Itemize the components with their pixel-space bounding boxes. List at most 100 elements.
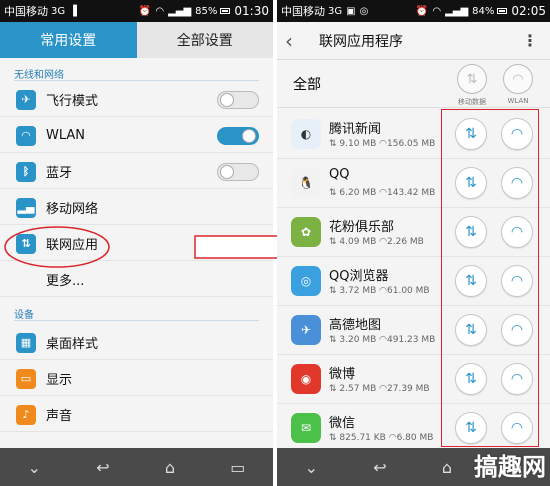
- wifi-usage-icon: ◠: [379, 286, 387, 296]
- mobile-usage: 825.71 KB: [339, 433, 386, 443]
- mobile-data-icon: ⇅: [329, 237, 337, 247]
- mobile-usage: 3.72 MB: [339, 286, 377, 296]
- wlan-toggle[interactable]: [217, 126, 259, 145]
- app-icon: 🐧: [291, 168, 321, 198]
- title-bar: ‹ 联网应用程序 ⋮: [277, 22, 550, 60]
- row-wlan[interactable]: ◠ WLAN: [0, 119, 273, 153]
- app-usage: ⇅ 825.71 KB ◠6.80 MB: [329, 433, 433, 443]
- row-mobile-network[interactable]: ▂▄ 移动网络: [0, 191, 273, 225]
- wifi-icon: ◠: [16, 125, 36, 146]
- app-usage: ⇅ 3.20 MB ◠491.23 MB: [329, 335, 435, 345]
- row-sound[interactable]: ♪ 声音: [0, 398, 273, 432]
- app-name: 微信: [329, 416, 356, 431]
- network-type: 3G: [328, 5, 343, 17]
- mobile-usage: 3.20 MB: [339, 335, 377, 345]
- chevron-down-icon[interactable]: ⌄: [305, 458, 318, 477]
- app-icon: ✈: [291, 315, 321, 345]
- battery-icon: [220, 8, 231, 14]
- home-nav-icon[interactable]: ⌂: [165, 458, 175, 477]
- wifi-usage: 491.23 MB: [387, 335, 436, 345]
- wifi-usage: 143.42 MB: [387, 188, 436, 198]
- alarm-icon: ⏰: [415, 5, 429, 17]
- row-display[interactable]: ▭ 显示: [0, 362, 273, 396]
- back-arrow-icon[interactable]: ‹: [285, 29, 305, 53]
- mobile-usage: 6.20 MB: [339, 188, 377, 198]
- wifi-usage: 6.80 MB: [396, 433, 434, 443]
- row-bluetooth[interactable]: ᛒ 蓝牙: [0, 155, 273, 189]
- notification-icon: ◎: [359, 5, 369, 17]
- app-name: 高德地图: [329, 318, 382, 333]
- desktop-style-label: 桌面样式: [46, 337, 99, 352]
- wifi-usage: 156.05 MB: [387, 139, 436, 149]
- app-name: 腾讯新闻: [329, 122, 382, 137]
- mobile-data-icon: ⇅: [329, 286, 337, 296]
- airplane-icon: ✈: [16, 89, 36, 110]
- mobile-data-icon: ⇅: [329, 188, 337, 198]
- signal-network-icon: ▂▄: [16, 197, 36, 218]
- back-nav-icon[interactable]: ↩: [96, 458, 109, 477]
- bluetooth-label: 蓝牙: [46, 166, 73, 181]
- app-icon: ✿: [291, 217, 321, 247]
- column-mobile-label: 移动数据: [458, 98, 486, 106]
- sound-label: 声音: [46, 409, 73, 424]
- highlight-box: [441, 109, 539, 447]
- wifi-usage: 61.00 MB: [387, 286, 430, 296]
- all-row: 全部 ⇅ ◠ 移动数据 WLAN: [277, 60, 550, 108]
- row-desktop-style[interactable]: ▦ 桌面样式: [0, 326, 273, 360]
- display-icon: ▭: [16, 368, 36, 389]
- carrier-label: 中国移动: [281, 5, 325, 18]
- wifi-status-icon: ◠: [155, 5, 165, 17]
- network-apps-screen: 中国移动 3G ▣ ◎ ⏰ ◠ ▂▄▆ 84% 02:05 ‹ 联网应用程序 ⋮…: [277, 0, 550, 486]
- signal-bars-icon: ▂▄▆: [168, 5, 192, 17]
- bluetooth-toggle[interactable]: [217, 162, 259, 181]
- tab-common-settings[interactable]: 常用设置: [0, 22, 137, 58]
- image-icon: ▣: [346, 5, 356, 17]
- chevron-down-icon[interactable]: ⌄: [28, 458, 41, 477]
- mobile-data-icon: ⇅: [329, 335, 337, 345]
- wifi-usage-icon: ◠: [379, 139, 387, 149]
- alarm-icon: ⏰: [138, 5, 152, 17]
- wifi-usage: 27.39 MB: [387, 384, 430, 394]
- sound-icon: ♪: [16, 404, 36, 425]
- row-airplane[interactable]: ✈ 飞行模式: [0, 83, 273, 117]
- mobile-usage: 2.57 MB: [339, 384, 377, 394]
- app-name: QQ浏览器: [329, 269, 389, 284]
- app-name: 花粉俱乐部: [329, 220, 395, 235]
- home-nav-icon[interactable]: ⌂: [442, 458, 452, 477]
- wifi-icon: ◠: [512, 71, 524, 87]
- more-label: 更多...: [46, 274, 85, 289]
- status-bar: 中国移动 3G ▐ ⏰ ◠ ▂▄▆ 85% 01:30: [0, 0, 273, 22]
- column-wlan-label: WLAN: [507, 97, 529, 105]
- mobile-data-icon: ⇅: [329, 139, 337, 149]
- settings-tabs: 常用设置 全部设置: [0, 22, 273, 58]
- app-name: QQ: [329, 167, 350, 182]
- app-icon: ◐: [291, 119, 321, 149]
- section-wireless: 无线和网络: [14, 70, 64, 81]
- all-wlan-toggle[interactable]: ◠: [503, 64, 533, 94]
- mobile-data-icon: ⇅: [329, 384, 337, 394]
- app-icon: ◎: [291, 266, 321, 296]
- airplane-toggle[interactable]: [217, 90, 259, 109]
- app-icon: ✉: [291, 413, 321, 443]
- mobile-network-label: 移动网络: [46, 202, 99, 217]
- wlan-label: WLAN: [46, 128, 86, 143]
- back-nav-icon[interactable]: ↩: [373, 458, 386, 477]
- bluetooth-icon: ᛒ: [16, 161, 36, 182]
- overflow-menu-icon[interactable]: ⋮: [522, 31, 538, 50]
- signal-bars-icon: ▂▄▆: [445, 5, 469, 17]
- wifi-usage: 2.26 MB: [387, 237, 424, 247]
- app-usage: ⇅ 4.09 MB ◠2.26 MB: [329, 237, 424, 247]
- nav-bar: ⌄ ↩ ⌂ ▭: [0, 448, 273, 486]
- section-device: 设备: [14, 310, 34, 321]
- app-usage: ⇅ 9.10 MB ◠156.05 MB: [329, 139, 435, 149]
- app-usage: ⇅ 3.72 MB ◠61.00 MB: [329, 286, 430, 296]
- highlight-ellipse: [4, 226, 110, 268]
- network-type: 3G: [51, 5, 66, 17]
- all-mobile-toggle[interactable]: ⇅: [457, 64, 487, 94]
- battery-icon: [497, 8, 508, 14]
- display-label: 显示: [46, 373, 73, 388]
- recents-nav-icon[interactable]: ▭: [230, 458, 245, 477]
- mobile-usage: 4.09 MB: [339, 237, 377, 247]
- tab-all-settings[interactable]: 全部设置: [136, 22, 273, 58]
- app-usage: ⇅ 2.57 MB ◠27.39 MB: [329, 384, 430, 394]
